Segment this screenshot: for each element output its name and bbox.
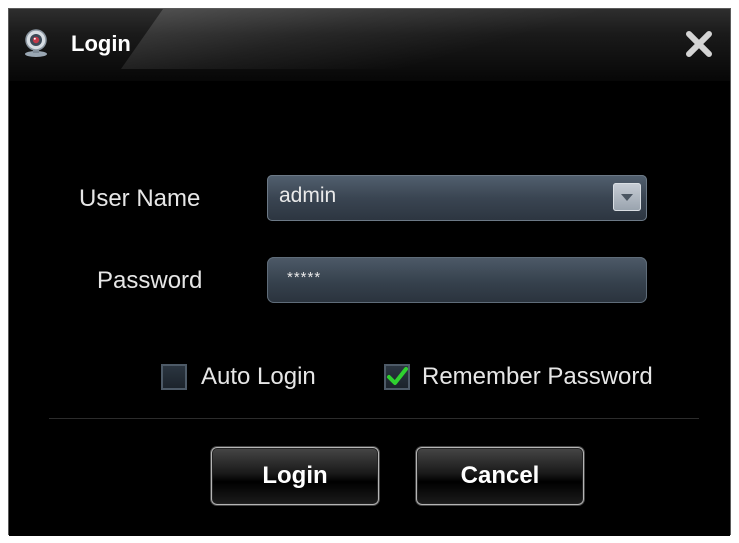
window-title: Login [71, 31, 131, 56]
checkmark-icon [387, 367, 408, 385]
login-form: User Name admin Password ***** Auto Logi… [9, 81, 730, 536]
chevron-down-icon [621, 194, 633, 201]
cancel-button[interactable]: Cancel [416, 447, 584, 505]
title-bar[interactable]: Login [9, 9, 730, 81]
password-label: Password [97, 267, 203, 294]
divider [49, 418, 699, 419]
title-bar-gloss [120, 9, 678, 69]
auto-login-label[interactable]: Auto Login [201, 363, 316, 391]
close-icon[interactable] [682, 27, 716, 61]
webcam-icon [25, 29, 47, 57]
login-button[interactable]: Login [211, 447, 379, 505]
dropdown-button[interactable] [613, 183, 641, 211]
login-button-label: Login [262, 462, 328, 489]
remember-password-checkbox[interactable] [384, 364, 410, 390]
username-value: admin [279, 184, 337, 207]
cancel-button-label: Cancel [460, 462, 540, 489]
login-dialog: Login User Name admin Password ***** Aut… [8, 8, 731, 536]
remember-password-label[interactable]: Remember Password [422, 363, 653, 391]
password-field[interactable]: ***** [267, 257, 647, 303]
auto-login-checkbox[interactable] [161, 364, 187, 390]
username-label: User Name [79, 185, 201, 212]
username-combobox[interactable]: admin [267, 175, 647, 221]
password-value: ***** [287, 269, 322, 286]
